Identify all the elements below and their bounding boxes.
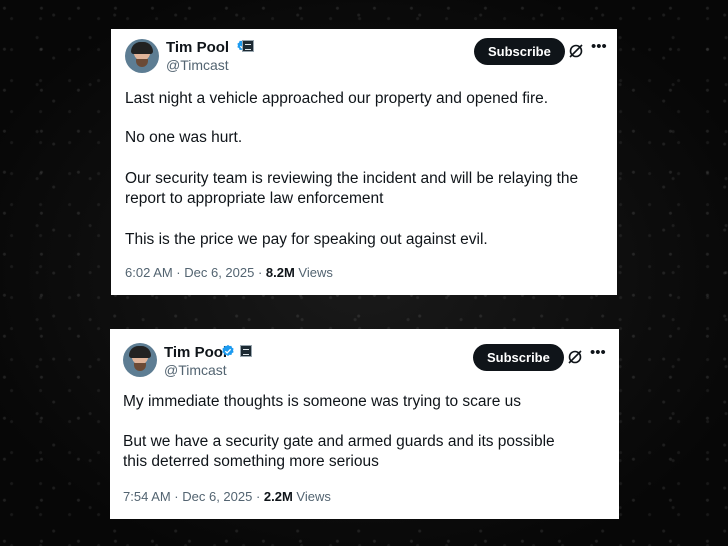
affiliate-badge-icon[interactable] — [240, 345, 252, 357]
verified-badge-icon — [222, 344, 234, 356]
views-label: Views — [292, 489, 331, 504]
avatar-beard — [136, 59, 148, 67]
more-icon[interactable]: ••• — [591, 39, 607, 58]
tweet-meta: 6:02 AM · Dec 6, 2025 · 8.2M Views — [125, 265, 333, 280]
tweet-text-paragraph: This is the price we pay for speaking ou… — [125, 231, 488, 248]
avatar[interactable] — [125, 39, 159, 73]
views-count: 8.2M — [265, 265, 295, 280]
more-icon[interactable]: ••• — [590, 345, 606, 364]
avatar[interactable] — [123, 343, 157, 377]
author-name[interactable]: Tim Pool — [164, 344, 227, 361]
author-name[interactable]: Tim Pool — [166, 39, 229, 56]
tweet-text-paragraph: My immediate thoughts is someone was try… — [123, 393, 522, 410]
author-handle[interactable]: @Timcast — [164, 362, 227, 378]
tweet-text-paragraph: Last night a vehicle approached our prop… — [125, 90, 549, 107]
tweet-text-paragraph: But we have a security gate and armed gu… — [123, 433, 555, 470]
tweet-card: Tim Pool @Timcast Subscribe ••• Last nig… — [111, 29, 617, 295]
avatar-beanie — [131, 42, 153, 54]
author-handle[interactable]: @Timcast — [166, 57, 229, 73]
tweet-text-paragraph: No one was hurt. — [125, 129, 243, 146]
timestamp[interactable]: 7:54 AM · Dec 6, 2025 · — [123, 489, 264, 504]
affiliate-badge-icon[interactable] — [242, 40, 254, 52]
avatar-beard — [134, 363, 146, 371]
subscribe-button[interactable]: Subscribe — [474, 38, 565, 65]
tweet-card: Tim Pool @Timcast Subscribe ••• My immed… — [110, 329, 619, 519]
views-count: 2.2M — [263, 489, 293, 504]
grok-icon[interactable] — [568, 43, 584, 59]
tweet-text-paragraph: Our security team is reviewing the incid… — [125, 170, 579, 207]
tweet-meta: 7:54 AM · Dec 6, 2025 · 2.2M Views — [123, 489, 331, 504]
views-label: Views — [294, 265, 333, 280]
avatar-beanie — [129, 346, 151, 358]
grok-icon[interactable] — [567, 349, 583, 365]
timestamp[interactable]: 6:02 AM · Dec 6, 2025 · — [125, 265, 266, 280]
subscribe-button[interactable]: Subscribe — [473, 344, 564, 371]
